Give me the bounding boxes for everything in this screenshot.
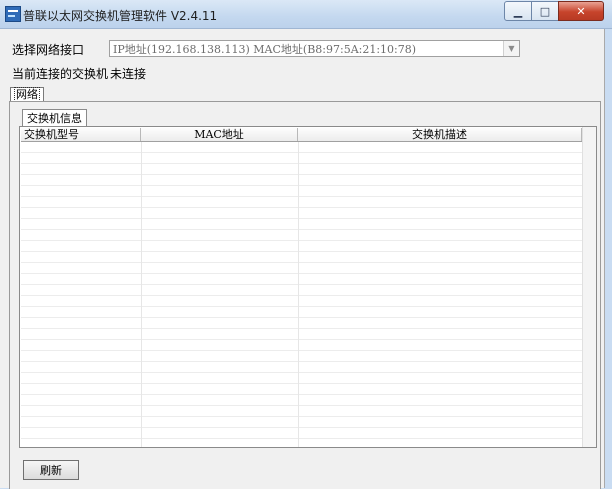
close-button[interactable]: ✕ bbox=[558, 1, 604, 21]
refresh-button[interactable]: 刷新 bbox=[23, 460, 79, 480]
tab-network-label: 网络 bbox=[14, 87, 40, 102]
interface-select[interactable]: IP地址(192.168.138.113) MAC地址(B8:97:5A:21:… bbox=[109, 40, 520, 57]
maximize-button[interactable]: □ bbox=[531, 1, 559, 21]
title-bar[interactable]: 普联以太网交换机管理软件 V2.4.11 ▁ □ ✕ bbox=[0, 0, 612, 29]
app-icon bbox=[5, 6, 21, 22]
column-header-model[interactable]: 交换机型号 bbox=[21, 128, 141, 141]
switch-list[interactable]: 交换机型号 MAC地址 交换机描述 bbox=[19, 126, 597, 448]
chevron-down-icon[interactable]: ▼ bbox=[503, 41, 519, 56]
column-divider bbox=[141, 142, 142, 447]
column-header-mac[interactable]: MAC地址 bbox=[141, 128, 298, 141]
interface-label: 选择网络接口 bbox=[12, 43, 85, 57]
window-controls: ▁ □ ✕ bbox=[504, 1, 604, 21]
tab-network[interactable]: 网络 bbox=[10, 87, 44, 102]
main-window: 选择网络接口 IP地址(192.168.138.113) MAC地址(B8:97… bbox=[0, 29, 605, 489]
column-divider bbox=[298, 142, 299, 447]
network-tab-panel: 交换机信息 交换机型号 MAC地址 交换机描述 刷新 bbox=[9, 101, 601, 489]
close-icon: ✕ bbox=[576, 4, 586, 18]
vertical-scrollbar[interactable] bbox=[582, 127, 596, 447]
table-body[interactable] bbox=[21, 142, 582, 447]
table-header: 交换机型号 MAC地址 交换机描述 bbox=[21, 128, 582, 142]
connected-switch-value: 未连接 bbox=[110, 67, 147, 81]
column-header-description[interactable]: 交换机描述 bbox=[298, 128, 582, 141]
minimize-button[interactable]: ▁ bbox=[504, 1, 532, 21]
window-title: 普联以太网交换机管理软件 V2.4.11 bbox=[23, 9, 218, 23]
tab-switch-info[interactable]: 交换机信息 bbox=[22, 109, 87, 127]
connected-switch-label: 当前连接的交换机 bbox=[12, 67, 109, 81]
interface-select-value: IP地址(192.168.138.113) MAC地址(B8:97:5A:21:… bbox=[113, 43, 417, 56]
maximize-icon: □ bbox=[539, 4, 551, 18]
minimize-icon: ▁ bbox=[513, 4, 523, 18]
